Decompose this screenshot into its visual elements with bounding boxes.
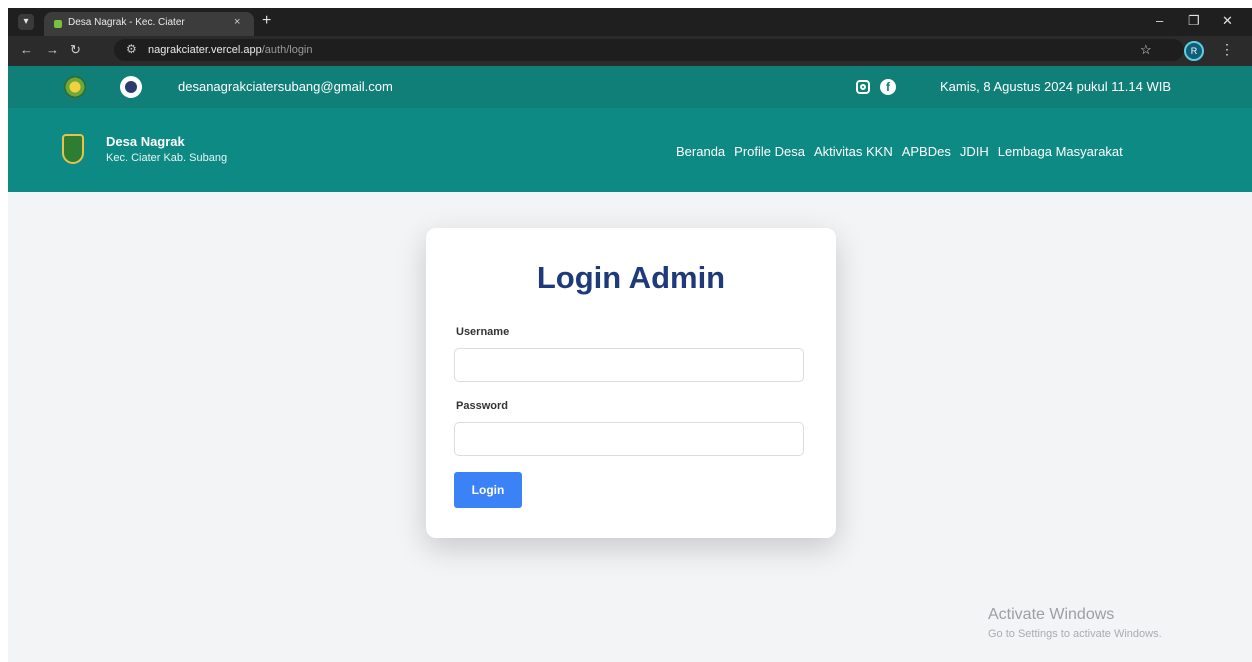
facebook-icon[interactable]: f [880,79,896,95]
password-label: Password [456,400,508,412]
bookmark-star-icon[interactable]: ☆ [1140,42,1152,58]
tab-close-icon[interactable]: × [234,16,240,28]
nav-profile-desa[interactable]: Profile Desa [734,144,805,159]
login-card: Login Admin Username Password Login [426,228,836,538]
browser-tab-strip: ▾ Desa Nagrak - Kec. Ciater × + – ❐ ✕ [8,8,1252,36]
login-title: Login Admin [536,260,726,295]
nav-apbdes[interactable]: APBDes [902,144,951,159]
site-info-icon[interactable]: ⚙ [126,42,137,56]
contact-email[interactable]: desanagrakciatersubang@gmail.com [178,79,393,94]
close-window-icon[interactable]: ✕ [1222,13,1233,29]
password-input[interactable] [454,422,804,456]
organization-logo-icon [64,76,86,98]
new-tab-icon[interactable]: + [262,12,271,30]
site-top-bar: desanagrakciatersubang@gmail.com f Kamis… [8,66,1252,108]
forward-icon[interactable]: → [46,42,59,57]
site-name[interactable]: Desa Nagrak [106,134,185,149]
login-button[interactable]: Login [454,472,522,508]
nav-aktivitas-kkn[interactable]: Aktivitas KKN [814,144,893,159]
village-emblem-icon[interactable] [62,134,84,164]
browser-tab[interactable]: Desa Nagrak - Kec. Ciater × [44,12,254,36]
reload-icon[interactable]: ↻ [70,42,81,58]
favicon-icon [54,20,62,28]
url-text: nagrakciater.vercel.app/auth/login [148,44,313,56]
username-input[interactable] [454,348,804,382]
activation-watermark-subtitle: Go to Settings to activate Windows. [988,628,1162,640]
site-header: Desa Nagrak Kec. Ciater Kab. Subang Bera… [8,108,1252,192]
address-bar[interactable]: ⚙ nagrakciater.vercel.app/auth/login [114,39,1184,61]
nav-jdih[interactable]: JDIH [960,144,989,159]
maximize-icon[interactable]: ❐ [1188,13,1200,29]
partner-logo-icon [120,76,142,98]
nav-lembaga-masyarakat[interactable]: Lembaga Masyarakat [998,144,1123,159]
instagram-icon[interactable] [856,80,870,94]
tab-title: Desa Nagrak - Kec. Ciater [68,17,185,28]
username-label: Username [456,326,510,338]
kebab-menu-icon[interactable]: ⋮ [1220,41,1234,58]
screen: ▾ Desa Nagrak - Kec. Ciater × + – ❐ ✕ ← … [8,8,1252,662]
profile-avatar[interactable]: R [1184,41,1204,61]
tab-search-icon[interactable]: ▾ [18,14,34,30]
site-subtitle: Kec. Ciater Kab. Subang [106,152,228,164]
main-nav: Beranda Profile Desa Aktivitas KKN APBDe… [676,144,1123,159]
current-datetime: Kamis, 8 Agustus 2024 pukul 11.14 WIB [940,79,1172,94]
nav-beranda[interactable]: Beranda [676,144,725,159]
minimize-icon[interactable]: – [1156,13,1163,28]
browser-toolbar: ← → ↻ ⚙ nagrakciater.vercel.app/auth/log… [8,36,1252,66]
activation-watermark-title: Activate Windows [988,606,1115,623]
back-icon[interactable]: ← [20,42,33,57]
